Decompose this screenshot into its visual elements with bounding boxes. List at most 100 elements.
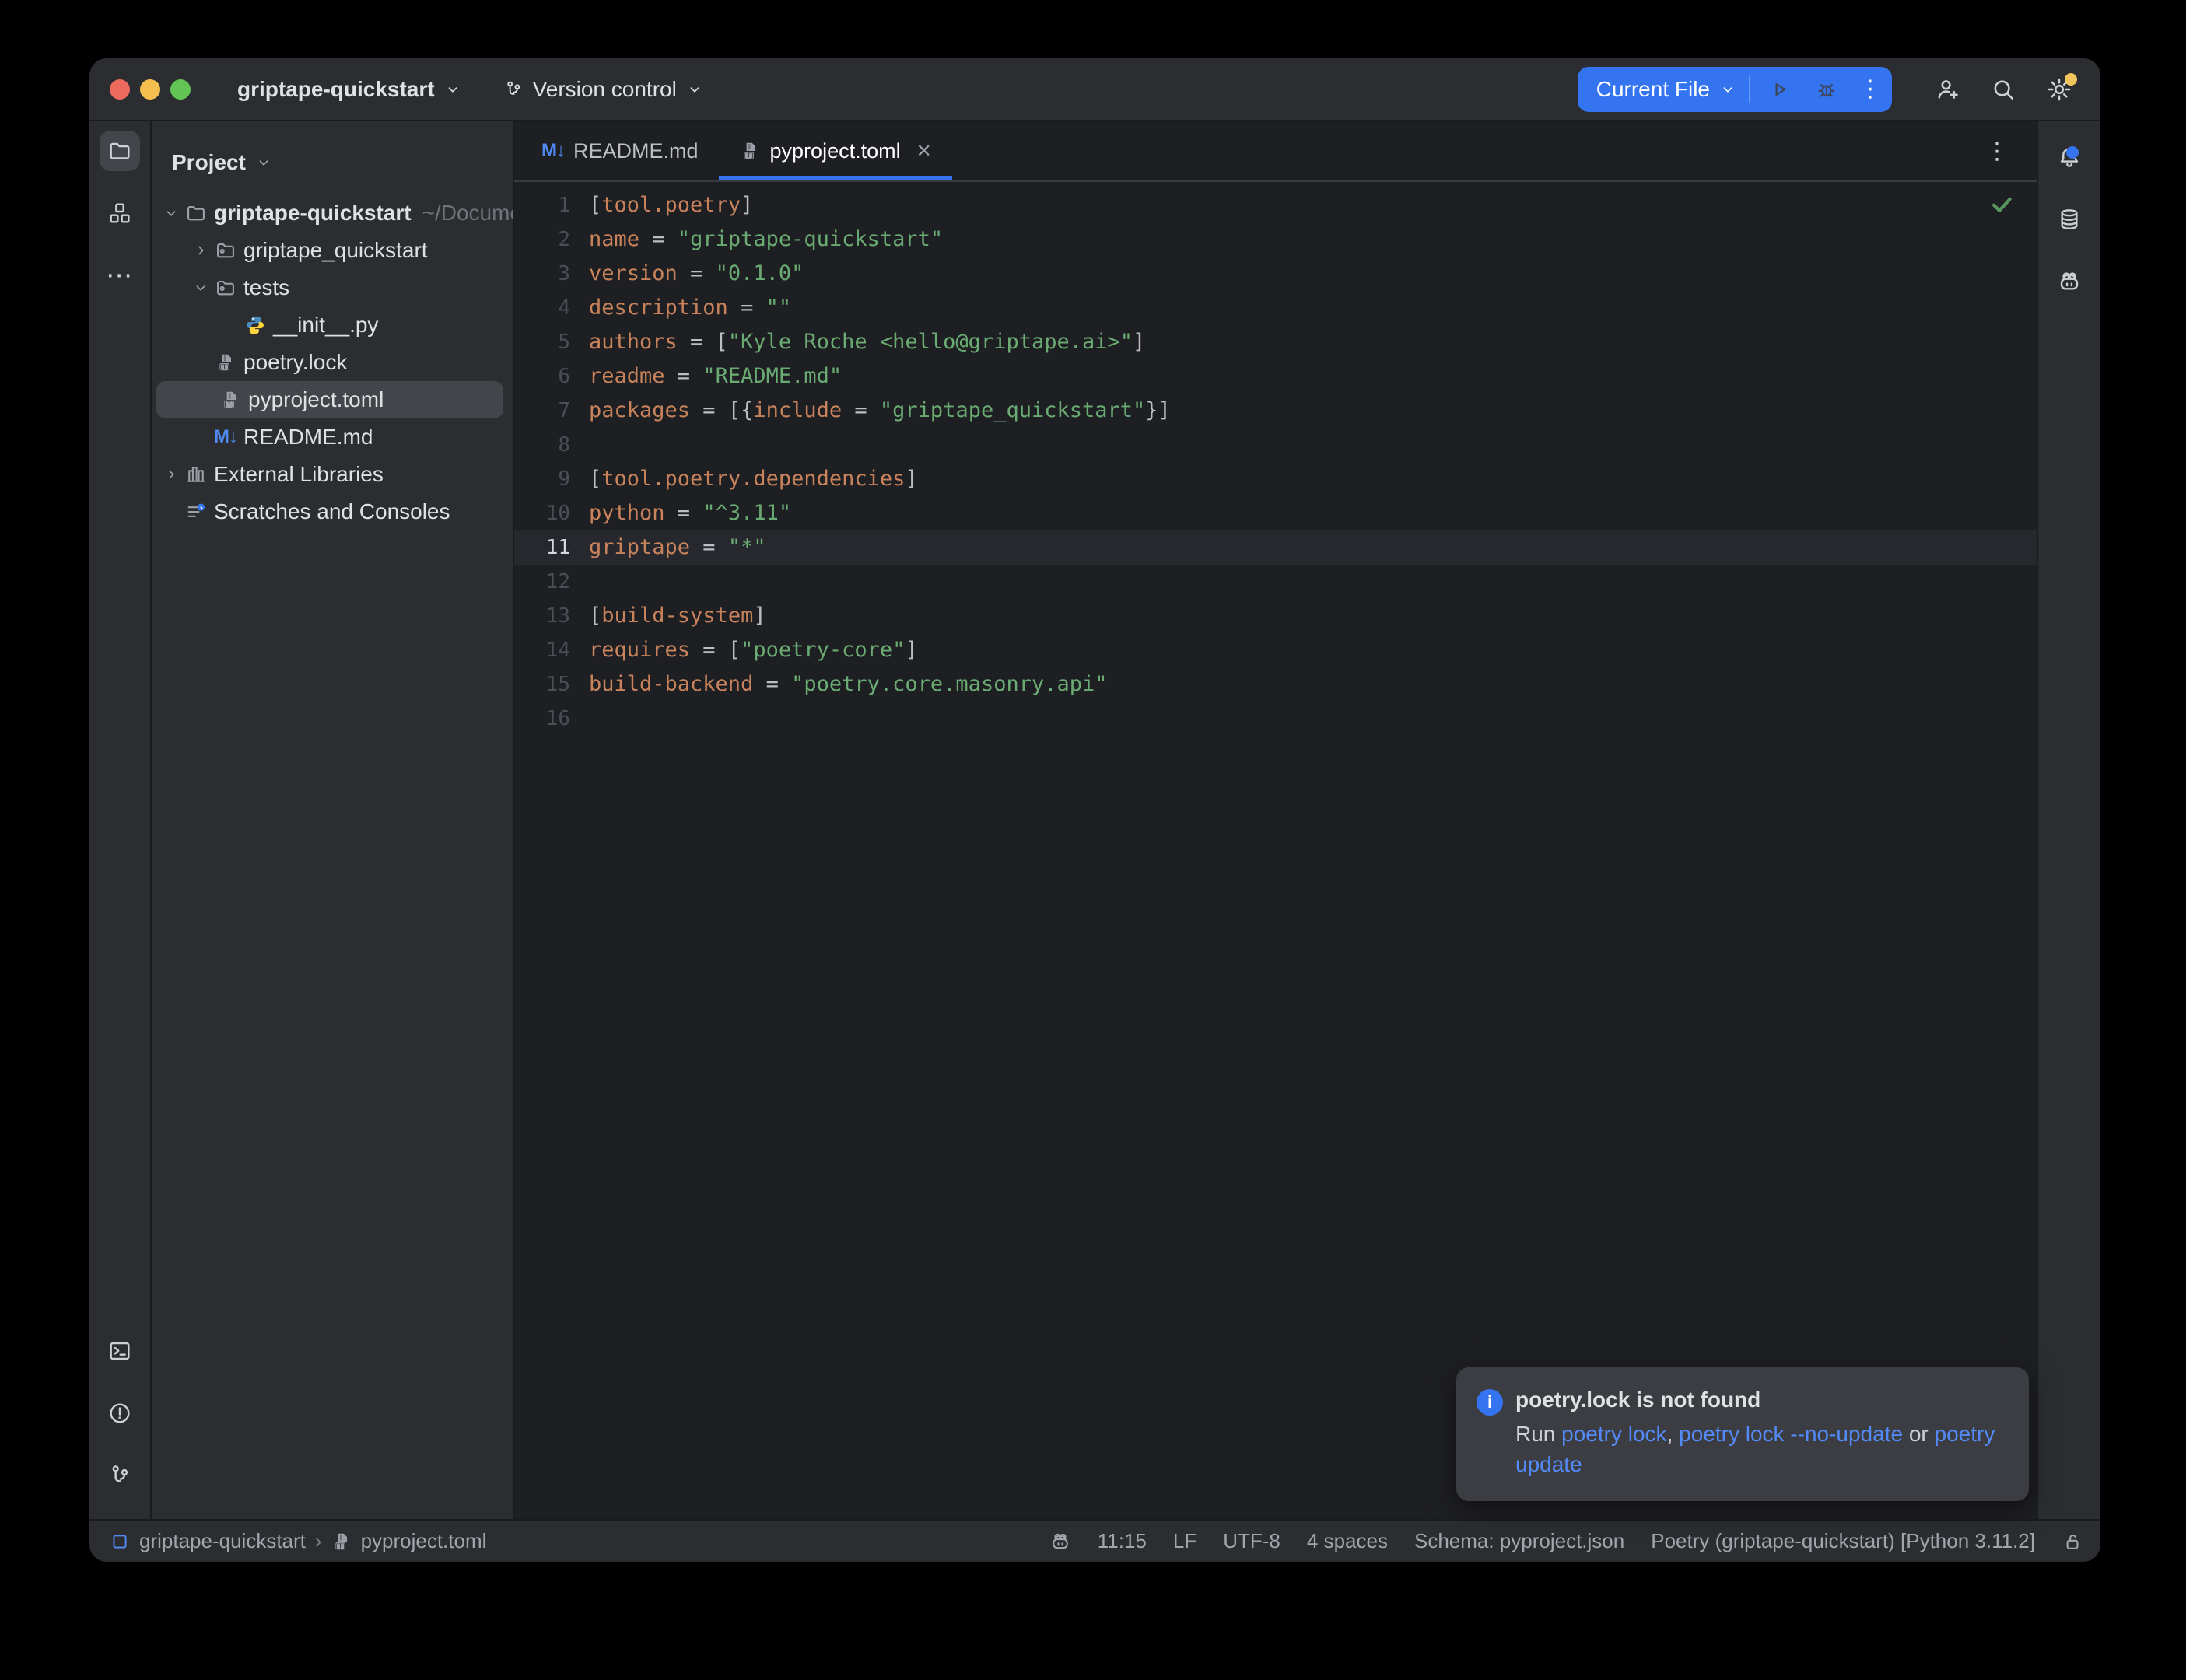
settings-gear-icon[interactable] [2038,68,2080,110]
more-run-actions-button[interactable]: ⋮ [1856,75,1884,103]
code-line-9[interactable]: 9[tool.poetry.dependencies] [514,462,2037,496]
window-controls [110,79,191,100]
code-line-11[interactable]: 11griptape = "*" [514,530,2037,565]
tab-pyproject-toml[interactable]: [T] pyproject.toml ✕ [719,121,952,180]
vcs-toolwindow-button[interactable] [100,1455,140,1496]
poetry-lock-link[interactable]: poetry lock [1561,1422,1666,1446]
breadcrumb-project[interactable]: griptape-quickstart [139,1529,306,1553]
line-number: 2 [514,222,589,257]
close-window-button[interactable] [110,79,130,100]
code-line-8[interactable]: 8 [514,428,2037,462]
run-button[interactable] [1763,78,1797,101]
chevron-right-icon[interactable] [161,466,181,483]
tree-item-griptape-quickstart[interactable]: griptape_quickstart [152,232,513,269]
ai-assistant-status-icon[interactable] [1049,1531,1071,1552]
unlock-icon[interactable] [2062,1531,2083,1552]
line-number: 16 [514,702,589,736]
terminal-toolwindow-button[interactable] [100,1331,140,1371]
chevron-down-icon[interactable] [191,279,211,296]
status-bar: griptape-quickstart › [T] pyproject.toml… [89,1519,2100,1562]
encoding-widget[interactable]: UTF-8 [1223,1529,1280,1553]
line-number: 6 [514,359,589,394]
tree-item--init-py[interactable]: __init__.py [152,306,513,344]
tree-item-readme-md[interactable]: M↓README.md [152,418,513,456]
clock-widget[interactable]: 11:15 [1098,1529,1147,1553]
inspections-ok-icon[interactable] [1988,191,2015,223]
settings-update-badge [2065,73,2077,86]
notification-popup: i poetry.lock is not found Run poetry lo… [1456,1367,2029,1501]
code-editor[interactable]: 1[tool.poetry]2name = "griptape-quicksta… [514,182,2037,1519]
minimize-window-button[interactable] [140,79,160,100]
tree-item-path: ~/Docume [422,201,514,226]
notification-body-text: Run [1515,1422,1561,1446]
module-icon [110,1531,130,1552]
tab-label: README.md [573,139,699,163]
poetry-lock-no-update-link[interactable]: poetry lock --no-update [1679,1422,1903,1446]
debug-button[interactable] [1809,78,1844,101]
divider [1749,76,1750,103]
breadcrumb-file[interactable]: pyproject.toml [361,1529,487,1553]
tree-item-tests[interactable]: tests [152,269,513,306]
desktop: { "titlebar": { "project_switcher": "gri… [0,0,2186,1680]
schema-widget[interactable]: Schema: pyproject.json [1414,1529,1624,1553]
tree-item-poetry-lock[interactable]: [T]poetry.lock [152,344,513,381]
line-separator-widget[interactable]: LF [1173,1529,1196,1553]
vcs-widget[interactable]: Version control [492,71,714,108]
problems-toolwindow-button[interactable] [100,1393,140,1433]
editor-tabs: M↓README.md [T] pyproject.toml ✕ [522,121,952,180]
code-line-2[interactable]: 2name = "griptape-quickstart" [514,222,2037,257]
notifications-bell-icon[interactable] [2049,137,2090,177]
code-line-15[interactable]: 15build-backend = "poetry.core.masonry.a… [514,667,2037,702]
add-user-icon[interactable] [1926,68,1968,110]
indent-widget[interactable]: 4 spaces [1307,1529,1388,1553]
project-name-label: griptape-quickstart [237,77,435,102]
line-number: 11 [514,530,589,565]
run-widget: Current File ⋮ [1578,67,1892,112]
chevron-down-icon [255,154,272,171]
tree-item-pyproject-toml[interactable]: [T]pyproject.toml [156,381,503,418]
close-tab-icon[interactable]: ✕ [916,140,932,163]
code-line-10[interactable]: 10python = "^3.11" [514,496,2037,530]
tree-item-scratches-and-consoles[interactable]: Scratches and Consoles [152,493,513,530]
ai-assistant-button[interactable] [2049,261,2090,302]
tree-item-griptape-quickstart[interactable]: griptape-quickstart~/Docume [152,194,513,232]
toml-icon: [T] [219,388,242,411]
code-line-7[interactable]: 7packages = [{include = "griptape_quicks… [514,394,2037,428]
line-number: 7 [514,394,589,428]
project-panel-header[interactable]: Project [152,121,513,194]
left-activity-bar: ⋯ [89,121,152,1519]
zoom-window-button[interactable] [170,79,191,100]
code-line-14[interactable]: 14requires = ["poetry-core"] [514,633,2037,667]
code-line-12[interactable]: 12 [514,565,2037,599]
code-line-6[interactable]: 6readme = "README.md" [514,359,2037,394]
code-line-3[interactable]: 3version = "0.1.0" [514,257,2037,291]
database-toolwindow-button[interactable] [2049,199,2090,240]
tab-label: pyproject.toml [770,139,901,163]
line-number: 1 [514,188,589,222]
tree-item-external-libraries[interactable]: External Libraries [152,456,513,493]
project-switcher[interactable]: griptape-quickstart [226,71,472,108]
code-line-1[interactable]: 1[tool.poetry] [514,188,2037,222]
line-number: 3 [514,257,589,291]
svg-text:[T]: [T] [743,152,754,159]
code-line-13[interactable]: 13[build-system] [514,599,2037,633]
tab-options-icon[interactable]: ⋮ [1985,138,2009,165]
code-line-4[interactable]: 4description = "" [514,291,2037,325]
chevron-down-icon[interactable] [161,205,181,222]
tab-readme-md[interactable]: M↓README.md [522,121,719,180]
chevron-down-icon [444,81,461,98]
run-configuration-label: Current File [1596,77,1710,102]
libraries-icon [184,463,208,486]
editor-tab-bar: M↓README.md [T] pyproject.toml ✕ ⋮ [514,121,2037,182]
notification-body-text: or [1903,1422,1934,1446]
run-configuration-selector[interactable]: Current File [1596,77,1736,102]
more-toolwindows-button[interactable]: ⋯ [100,255,140,296]
structure-toolwindow-button[interactable] [100,193,140,233]
search-icon[interactable] [1982,68,2024,110]
chevron-right-icon[interactable] [191,242,211,259]
project-toolwindow-button[interactable] [100,131,140,171]
line-number: 12 [514,565,589,599]
interpreter-widget[interactable]: Poetry (griptape-quickstart) [Python 3.1… [1651,1529,2035,1553]
code-line-16[interactable]: 16 [514,702,2037,736]
code-line-5[interactable]: 5authors = ["Kyle Roche <hello@griptape.… [514,325,2037,359]
